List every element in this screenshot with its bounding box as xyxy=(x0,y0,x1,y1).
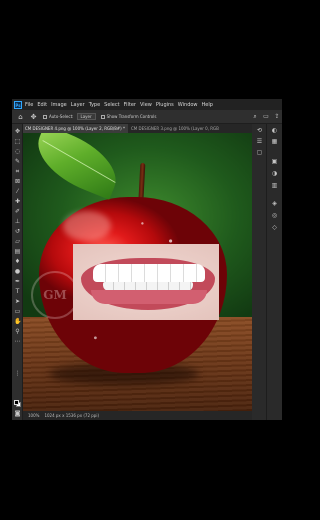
stamp-icon[interactable]: ⊥ xyxy=(14,218,21,225)
hand-icon[interactable]: ✋ xyxy=(14,318,21,325)
document-tabs: CM DESIGNER 4.png @ 100% (Layer 2, RGB/8… xyxy=(22,124,252,133)
move-icon[interactable]: ✥ xyxy=(14,128,21,135)
search-icon[interactable]: ⌕ xyxy=(251,112,259,121)
edit-toolbar-icon[interactable]: ⋮ xyxy=(14,370,21,377)
swatches-panel-icon[interactable]: ▦ xyxy=(271,138,278,145)
history-panel-icon[interactable]: ⟲ xyxy=(256,127,263,134)
home-icon[interactable]: ⌂ xyxy=(16,112,25,121)
menu-window[interactable]: Window xyxy=(178,102,198,108)
move-tool-preset-icon[interactable]: ✥ xyxy=(29,112,38,121)
menu-file[interactable]: File xyxy=(25,102,33,108)
tools-panel: ✥ ⬚ ◌ ✎ ⌗ ⊠ ⁄ ✚ ✐ ⊥ ↺ ▱ ▤ ♦ ● ✒ T ➤ ▭ ✋ … xyxy=(12,124,23,420)
upper-teeth xyxy=(93,264,205,282)
more-tools-icon[interactable]: ⋯ xyxy=(14,338,21,345)
lower-lip xyxy=(91,290,207,304)
menu-bar: Ps File Edit Image Layer Type Select Fil… xyxy=(12,99,282,110)
blur-icon[interactable]: ♦ xyxy=(14,258,21,265)
photoshop-logo: Ps xyxy=(14,100,22,109)
options-bar: ⌂ ✥ Auto-Select: Layer Show Transform Co… xyxy=(12,110,282,124)
eyedropper-icon[interactable]: ⁄ xyxy=(14,188,21,195)
brush-icon[interactable]: ✐ xyxy=(14,208,21,215)
history-brush-icon[interactable]: ↺ xyxy=(14,228,21,235)
quick-mask-icon[interactable]: ◙ xyxy=(14,410,21,417)
shape-icon[interactable]: ▭ xyxy=(14,308,21,315)
libraries-panel-icon[interactable]: ▣ xyxy=(271,158,278,165)
zoom-level[interactable]: 100% xyxy=(28,413,39,418)
color-panel-icon[interactable]: ◐ xyxy=(271,127,278,134)
panel-column-1: ⟲ ☰ ▢ xyxy=(252,124,267,420)
photoshop-window: Ps File Edit Image Layer Type Select Fil… xyxy=(12,99,282,420)
properties-panel-icon[interactable]: ☰ xyxy=(256,138,263,145)
eraser-icon[interactable]: ▱ xyxy=(14,238,21,245)
show-transform-checkbox[interactable] xyxy=(100,114,105,119)
menu-select[interactable]: Select xyxy=(104,102,119,108)
auto-select-label: Auto-Select: xyxy=(49,114,74,119)
menu-help[interactable]: Help xyxy=(202,102,213,108)
apple-leaf xyxy=(27,133,127,200)
foreground-color-swatch[interactable] xyxy=(14,400,19,405)
auto-select-checkbox[interactable] xyxy=(43,114,47,119)
menu-edit[interactable]: Edit xyxy=(37,102,47,108)
channels-panel-icon[interactable]: ◎ xyxy=(271,212,278,219)
healing-icon[interactable]: ✚ xyxy=(14,198,21,205)
paths-panel-icon[interactable]: ◇ xyxy=(271,224,278,231)
panel-column-2: ◐ ▦ ▣ ◑ ▥ ◈ ◎ ◇ xyxy=(267,124,282,420)
dodge-icon[interactable]: ● xyxy=(14,268,21,275)
status-bar: 100% 1024 px x 1536 px (72 ppi) xyxy=(23,411,252,420)
type-icon[interactable]: T xyxy=(14,288,21,295)
watermark-logo: GM xyxy=(31,271,79,319)
mouth-layer[interactable] xyxy=(73,244,219,320)
zoom-icon[interactable]: ⚲ xyxy=(14,328,21,335)
pen-icon[interactable]: ✒ xyxy=(14,278,21,285)
crop-icon[interactable]: ⌗ xyxy=(14,168,21,175)
menu-layer[interactable]: Layer xyxy=(71,102,85,108)
quick-select-icon[interactable]: ✎ xyxy=(14,158,21,165)
gradient-icon[interactable]: ▤ xyxy=(14,248,21,255)
menu-filter[interactable]: Filter xyxy=(124,102,136,108)
menu-plugins[interactable]: Plugins xyxy=(156,102,174,108)
workspace-icon[interactable]: ▭ xyxy=(262,112,270,121)
lasso-icon[interactable]: ◌ xyxy=(14,148,21,155)
adjustments-panel-icon[interactable]: ◑ xyxy=(271,170,278,177)
frame-icon[interactable]: ⊠ xyxy=(14,178,21,185)
document-canvas[interactable]: GM xyxy=(23,133,252,411)
document-size: 1024 px x 1536 px (72 ppi) xyxy=(44,413,100,418)
styles-panel-icon[interactable]: ▥ xyxy=(271,182,278,189)
menu-view[interactable]: View xyxy=(140,102,152,108)
options-right-group: ⌕ ▭ ⇪ xyxy=(249,112,282,121)
share-icon[interactable]: ⇪ xyxy=(273,112,281,121)
show-transform-label: Show Transform Controls xyxy=(106,114,157,119)
menu-type[interactable]: Type xyxy=(89,102,100,108)
tab-cm-designer-3[interactable]: CM DESIGNER 3.png @ 100% (Layer 0, RGB xyxy=(128,124,222,133)
layers-panel-icon[interactable]: ◈ xyxy=(271,200,278,207)
tab-cm-designer-4[interactable]: CM DESIGNER 4.png @ 100% (Layer 2, RGB/8… xyxy=(22,124,128,133)
right-panels: ⟲ ☰ ▢ ◐ ▦ ▣ ◑ ▥ ◈ ◎ ◇ xyxy=(252,124,282,420)
path-select-icon[interactable]: ➤ xyxy=(14,298,21,305)
marquee-icon[interactable]: ⬚ xyxy=(14,138,21,145)
comments-panel-icon[interactable]: ▢ xyxy=(256,149,263,156)
auto-select-dropdown[interactable]: Layer xyxy=(76,113,96,120)
menu-image[interactable]: Image xyxy=(51,102,67,108)
